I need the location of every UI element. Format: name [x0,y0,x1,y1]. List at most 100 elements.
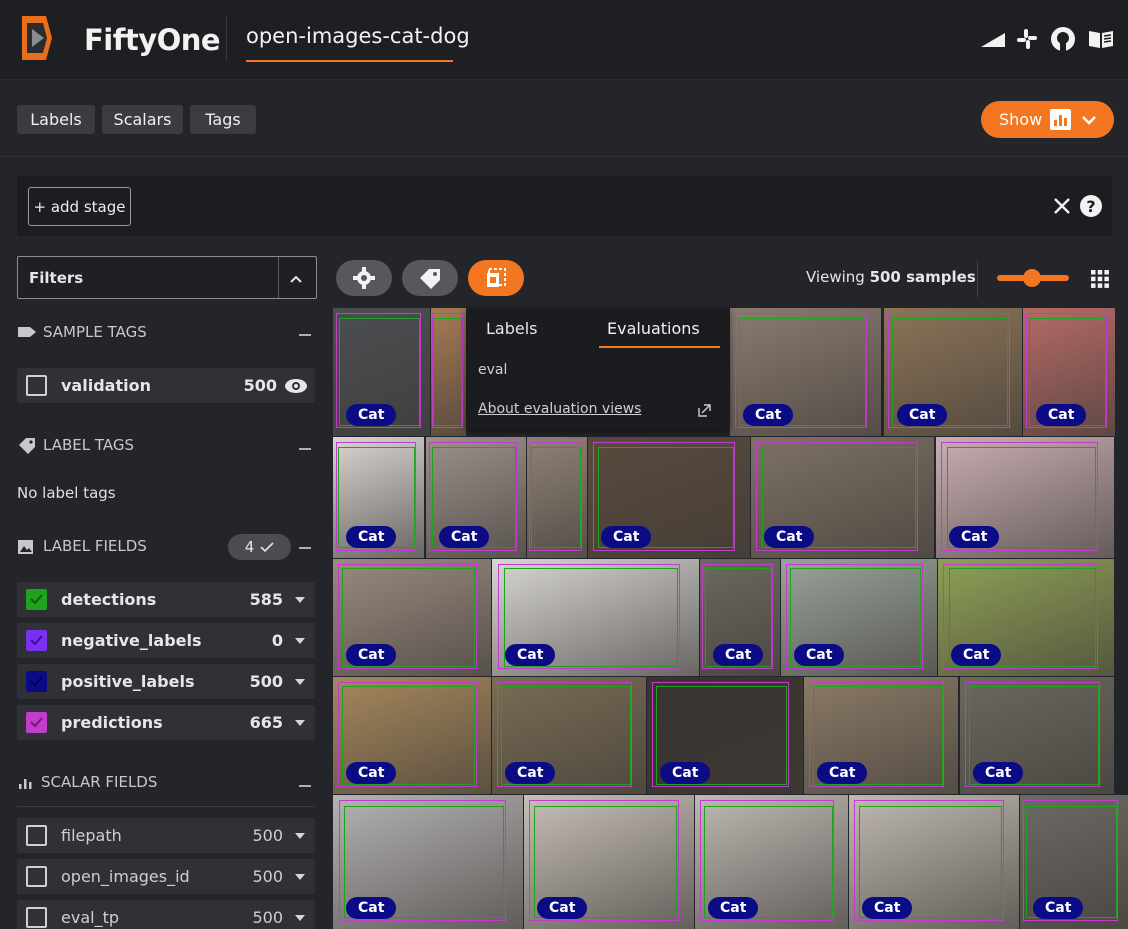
scalar-fields-title: SCALAR FIELDS [41,773,158,791]
sample-tile[interactable]: Cat [492,677,646,794]
filters-label: Filters [29,269,84,287]
label-pill: Cat [505,644,556,666]
sample-tile[interactable]: Cat [333,795,523,929]
tab-labels[interactable]: Labels [17,105,95,134]
checkbox[interactable] [26,866,47,887]
help-icon[interactable]: ? [1080,195,1102,217]
popover-tab-labels[interactable]: Labels [486,319,538,338]
filters-divider [278,257,279,298]
dataset-selector[interactable]: open-images-cat-dog [246,24,470,48]
scalar-fields-header[interactable]: SCALAR FIELDS [17,773,157,791]
sample-tile[interactable]: Cat [804,677,958,794]
expand-caret-icon[interactable] [295,678,305,685]
settings-button[interactable] [336,260,392,296]
collapse-icon[interactable] [299,334,311,336]
expand-caret-icon[interactable] [295,914,305,921]
label-pill: Cat [817,762,868,784]
slack-icon[interactable] [1012,24,1042,54]
filters-dropdown[interactable]: Filters [17,256,317,299]
collapse-icon[interactable] [299,785,311,787]
sample-tile[interactable]: Cat [492,559,699,676]
sample-tag-row[interactable]: validation 500 [17,368,315,403]
sample-grid[interactable]: Cat Cat Cat Cat Cat Cat Cat Cat Cat Cat Cat Cat Cat C… [333,308,1128,929]
expand-caret-icon[interactable] [295,637,305,644]
view-bar[interactable] [17,176,1112,236]
zoom-slider-handle[interactable] [1023,269,1041,287]
checkbox-checked[interactable] [26,630,47,651]
sample-tile[interactable]: Cat [1023,308,1115,436]
sample-tile[interactable]: Cat [426,437,526,558]
eye-icon[interactable] [283,377,309,395]
scalar-field-row[interactable]: filepath 500 [17,818,315,853]
sample-tile[interactable]: Cat [781,559,937,676]
label-pill: Cat [794,644,845,666]
sample-tags-header[interactable]: SAMPLE TAGS [17,323,147,341]
sample-tile[interactable]: Cat [647,677,803,794]
field-label: predictions [61,713,163,732]
dataset-underline [246,60,453,62]
close-icon[interactable] [1052,196,1072,216]
book-icon[interactable] [1086,24,1116,54]
label-field-row[interactable]: negative_labels 0 [17,623,315,658]
field-label: negative_labels [61,631,202,650]
sample-tile[interactable]: Cat [524,795,694,929]
sample-tags-title: SAMPLE TAGS [43,323,147,341]
sample-tile[interactable]: Cat [333,437,424,558]
label-pill: Cat [973,762,1024,784]
prediction-box [528,441,582,551]
evaluation-item[interactable]: eval [478,362,507,378]
sample-tile[interactable] [431,308,466,436]
sample-tile[interactable]: Cat [884,308,1022,436]
sample-tile[interactable]: Cat [333,308,430,436]
checkbox[interactable] [26,907,47,928]
collapse-icon[interactable] [299,448,311,450]
sample-tile[interactable]: Cat [938,559,1114,676]
popover-tab-evaluations[interactable]: Evaluations [607,319,700,338]
sample-tile[interactable]: Cat [960,677,1114,794]
label-field-row[interactable]: detections 585 [17,582,315,617]
scalar-field-row[interactable]: open_images_id 500 [17,859,315,894]
sample-tile[interactable]: Cat [695,795,848,929]
show-button[interactable]: Show [981,101,1114,138]
sample-tile[interactable]: Cat [700,559,780,676]
checkbox-checked[interactable] [26,712,47,733]
grid-icon[interactable] [1091,270,1109,292]
expand-caret-icon[interactable] [295,719,305,726]
sample-tile[interactable]: Cat [849,795,1019,929]
label-pill: Cat [505,762,556,784]
sample-tile[interactable]: Cat [730,308,881,436]
sample-tile[interactable]: Cat [751,437,934,558]
signal-icon[interactable] [978,24,1008,54]
sample-tile[interactable]: Cat [936,437,1114,558]
field-label: detections [61,590,157,609]
expand-caret-icon[interactable] [295,596,305,603]
expand-caret-icon[interactable] [295,832,305,839]
evaluation-button[interactable] [468,260,524,296]
checkbox-checked[interactable] [26,671,47,692]
check-icon [260,542,274,552]
checkbox-checked[interactable] [26,589,47,610]
fiftyone-logo[interactable] [16,12,54,64]
external-link-icon[interactable] [698,404,711,417]
tag-button[interactable] [402,260,458,296]
label-tags-header[interactable]: LABEL TAGS [17,436,134,454]
label-field-row[interactable]: predictions 665 [17,705,315,740]
checkbox[interactable] [26,825,47,846]
sample-tile[interactable]: Cat [333,677,491,794]
sample-tile[interactable]: Cat [588,437,750,558]
scalar-field-row[interactable]: eval_tp 500 [17,900,315,929]
label-fields-count-badge[interactable]: 4 [228,534,291,560]
label-field-row[interactable]: positive_labels 500 [17,664,315,699]
tab-tags[interactable]: Tags [190,105,256,134]
expand-caret-icon[interactable] [295,873,305,880]
checkbox[interactable] [26,375,47,396]
sample-tile[interactable]: Cat [333,559,491,676]
sample-tile[interactable] [527,437,587,558]
label-fields-header[interactable]: LABEL FIELDS [17,537,147,555]
about-evaluation-views-link[interactable]: About evaluation views [478,401,641,417]
add-stage-button[interactable]: + add stage [28,187,131,226]
sample-tile[interactable]: Cat [1020,795,1128,929]
github-icon[interactable] [1048,24,1078,54]
tab-scalars[interactable]: Scalars [102,105,183,134]
collapse-icon[interactable] [299,547,311,549]
